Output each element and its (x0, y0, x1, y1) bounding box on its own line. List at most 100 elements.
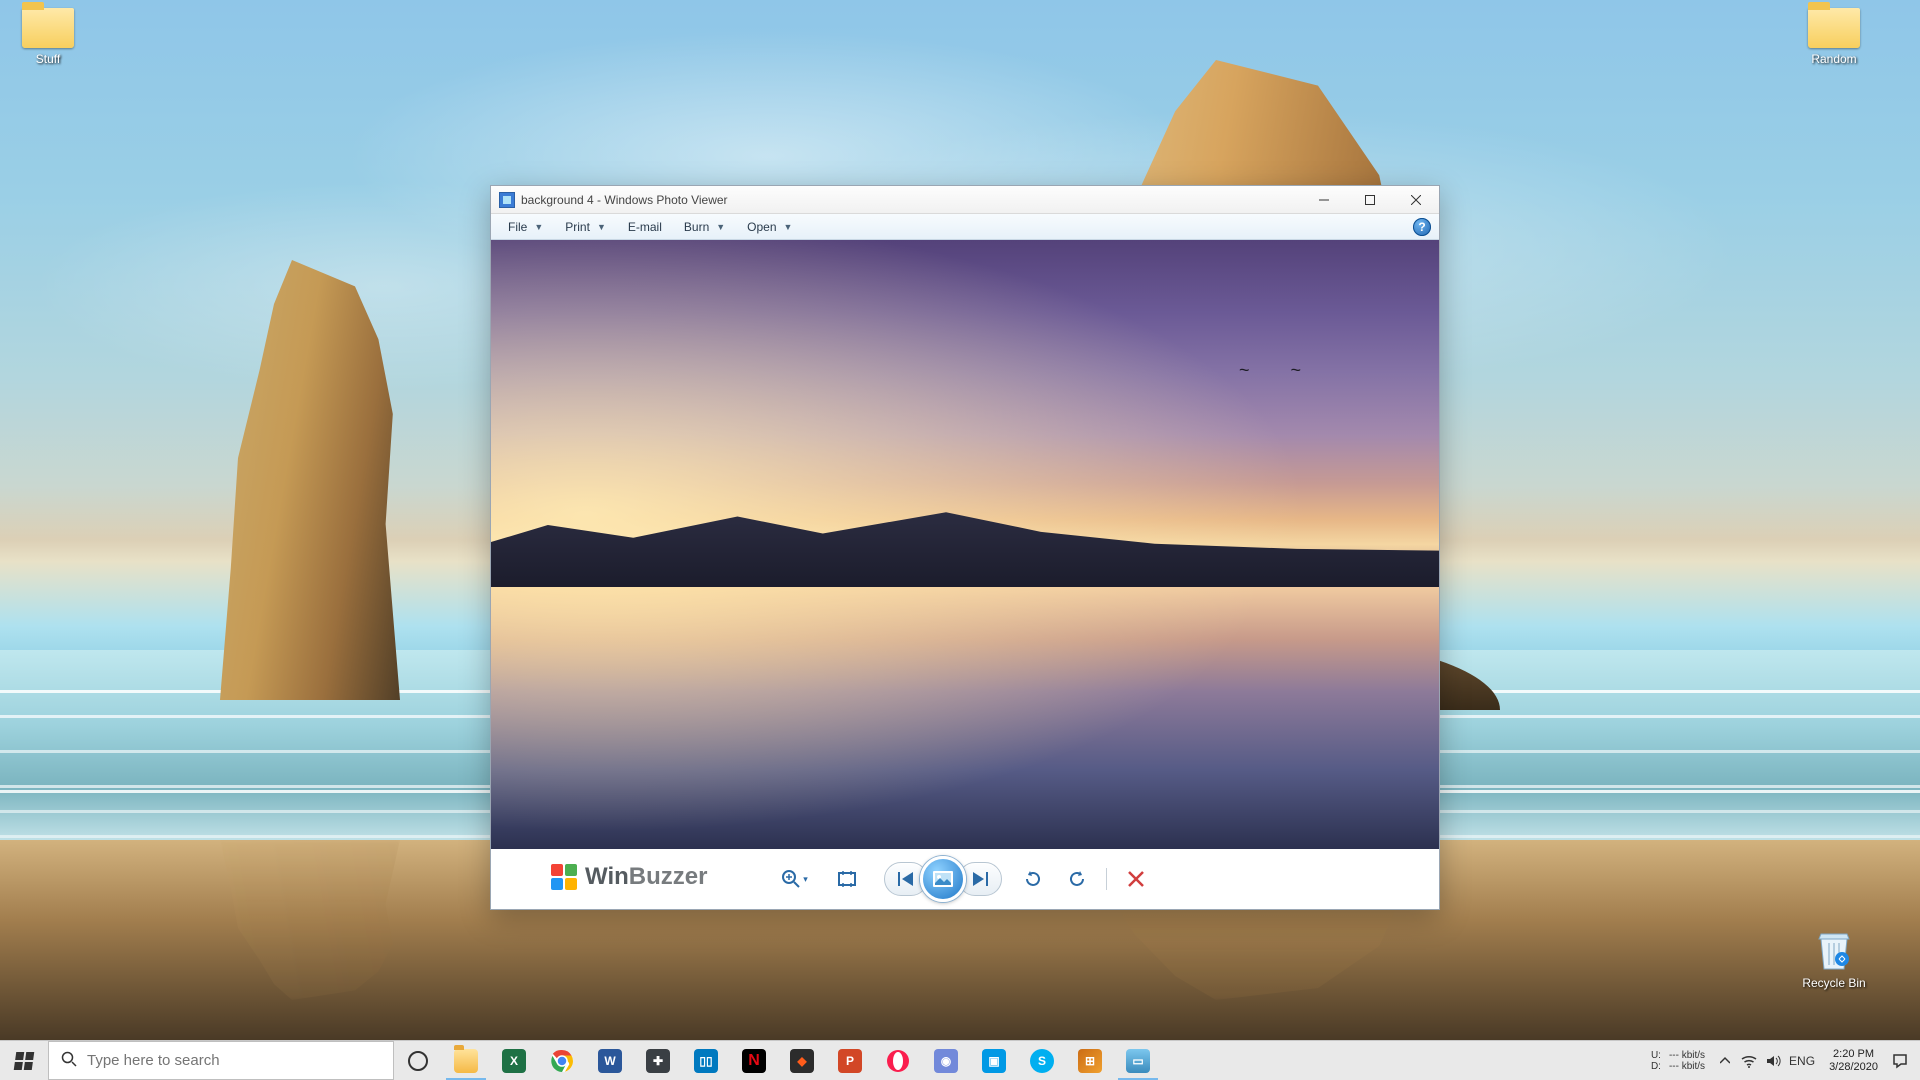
photo-viewer-window: background 4 - Windows Photo Viewer File… (490, 185, 1440, 910)
network-monitor[interactable]: U: --- kbit/s D: --- kbit/s (1643, 1050, 1713, 1072)
menu-label: Open (747, 220, 776, 234)
fit-to-window-button[interactable] (832, 864, 862, 894)
chevron-down-icon: ▾ (803, 874, 808, 885)
taskbar-pinned-apps: X W ✚ ▯▯ N ◆ P ◉ ▣ S (394, 1041, 1162, 1080)
menu-print[interactable]: Print ▼ (556, 218, 615, 236)
system-tray: U: --- kbit/s D: --- kbit/s ENG 2:20 PM 3/… (1641, 1041, 1920, 1080)
app-icon: ⊞ (1078, 1049, 1102, 1073)
desktop-icon-recycle-bin[interactable]: Recycle Bin (1792, 929, 1876, 990)
chevron-down-icon: ▼ (534, 222, 543, 232)
start-button[interactable] (0, 1041, 48, 1080)
search-icon (61, 1051, 77, 1071)
taskbar-app-13[interactable]: ▣ (970, 1041, 1018, 1080)
window-titlebar[interactable]: background 4 - Windows Photo Viewer (491, 186, 1439, 214)
opera-icon (886, 1049, 910, 1073)
menu-email[interactable]: E-mail (619, 218, 671, 236)
minimize-button[interactable] (1301, 186, 1347, 214)
menu-label: E-mail (628, 220, 662, 234)
desktop-icon-random[interactable]: Random (1796, 8, 1872, 66)
maximize-button[interactable] (1347, 186, 1393, 214)
winbuzzer-logo-icon (551, 864, 577, 890)
separator (1106, 868, 1107, 890)
discord-icon: ◉ (934, 1049, 958, 1073)
word-button[interactable]: W (586, 1041, 634, 1080)
netflix-icon: N (742, 1049, 766, 1073)
slideshow-button[interactable] (920, 856, 966, 902)
clock-time: 2:20 PM (1829, 1048, 1878, 1061)
app-icon: ✚ (646, 1049, 670, 1073)
search-input[interactable] (87, 1052, 381, 1069)
word-icon: W (598, 1049, 622, 1073)
menu-label: Burn (684, 220, 709, 234)
cortana-button[interactable] (394, 1041, 442, 1080)
skype-button[interactable]: S (1018, 1041, 1066, 1080)
watermark-text-a: Win (585, 863, 629, 890)
folder-icon (22, 8, 74, 48)
clock-date: 3/28/2020 (1829, 1061, 1878, 1074)
window-title: background 4 - Windows Photo Viewer (521, 193, 728, 207)
delete-button[interactable] (1121, 864, 1151, 894)
menu-label: File (508, 220, 527, 234)
desktop-icon-label: Stuff (10, 52, 86, 66)
photo-viewer-icon: ▭ (1126, 1049, 1150, 1073)
taskbar-search[interactable] (48, 1041, 394, 1080)
menu-open[interactable]: Open ▼ (738, 218, 801, 236)
taskbar-app-7[interactable]: ▯▯ (682, 1041, 730, 1080)
netflix-button[interactable]: N (730, 1041, 778, 1080)
menu-file[interactable]: File ▼ (499, 218, 552, 236)
photo-credit: © John Coconis Photography (1316, 835, 1433, 845)
image-canvas: ~ ~ © John Coconis Photography (491, 240, 1439, 849)
displayed-photo: ~ ~ © John Coconis Photography (491, 240, 1439, 849)
folder-icon (454, 1049, 478, 1073)
action-center-button[interactable] (1888, 1041, 1912, 1080)
app-icon: ▣ (982, 1049, 1006, 1073)
rotate-cw-button[interactable] (1062, 864, 1092, 894)
excel-button[interactable]: X (490, 1041, 538, 1080)
discord-button[interactable]: ◉ (922, 1041, 970, 1080)
help-button[interactable]: ? (1413, 218, 1431, 236)
folder-icon (1808, 8, 1860, 48)
photo-detail-birds: ~ ~ (1239, 360, 1319, 381)
zoom-button[interactable]: ▾ (780, 864, 810, 894)
wifi-icon[interactable] (1737, 1041, 1761, 1080)
rotate-ccw-button[interactable] (1018, 864, 1048, 894)
taskbar-app-6[interactable]: ✚ (634, 1041, 682, 1080)
menu-burn[interactable]: Burn ▼ (675, 218, 734, 236)
download-value: --- kbit/s (1669, 1061, 1705, 1072)
viewer-toolbar: WinBuzzer ▾ (491, 849, 1439, 909)
desktop-icon-label: Recycle Bin (1792, 976, 1876, 990)
skype-icon: S (1030, 1049, 1054, 1073)
upload-label: U: (1651, 1050, 1665, 1061)
upload-value: --- kbit/s (1669, 1050, 1705, 1061)
taskbar-app-9[interactable]: ◆ (778, 1041, 826, 1080)
language-indicator[interactable]: ENG (1785, 1041, 1819, 1080)
menu-bar: File ▼ Print ▼ E-mail Burn ▼ Open ▼ ? (491, 214, 1439, 240)
app-icon: ◆ (790, 1049, 814, 1073)
app-icon: ▯▯ (694, 1049, 718, 1073)
watermark-text-b: Buzzer (629, 863, 708, 890)
close-button[interactable] (1393, 186, 1439, 214)
visual-studio-button[interactable]: ⊞ (1066, 1041, 1114, 1080)
photo-viewer-app-icon (499, 192, 515, 208)
chevron-down-icon: ▼ (716, 222, 725, 232)
winbuzzer-watermark: WinBuzzer (551, 863, 707, 891)
windows-logo-icon (14, 1052, 35, 1070)
desktop-icon-stuff[interactable]: Stuff (10, 8, 86, 66)
tray-overflow-button[interactable] (1713, 1041, 1737, 1080)
taskbar: X W ✚ ▯▯ N ◆ P ◉ ▣ S (0, 1040, 1920, 1080)
desktop-icon-label: Random (1796, 52, 1872, 66)
menu-label: Print (565, 220, 590, 234)
opera-button[interactable] (874, 1041, 922, 1080)
recycle-bin-icon (1815, 929, 1853, 973)
taskbar-clock[interactable]: 2:20 PM 3/28/2020 (1819, 1048, 1888, 1074)
chrome-button[interactable] (538, 1041, 586, 1080)
file-explorer-button[interactable] (442, 1041, 490, 1080)
chevron-down-icon: ▼ (597, 222, 606, 232)
powerpoint-button[interactable]: P (826, 1041, 874, 1080)
photo-viewer-taskbar-button[interactable]: ▭ (1114, 1041, 1162, 1080)
chevron-down-icon: ▼ (784, 222, 793, 232)
powerpoint-icon: P (838, 1049, 862, 1073)
language-label: ENG (1789, 1054, 1815, 1068)
download-label: D: (1651, 1061, 1665, 1072)
volume-icon[interactable] (1761, 1041, 1785, 1080)
